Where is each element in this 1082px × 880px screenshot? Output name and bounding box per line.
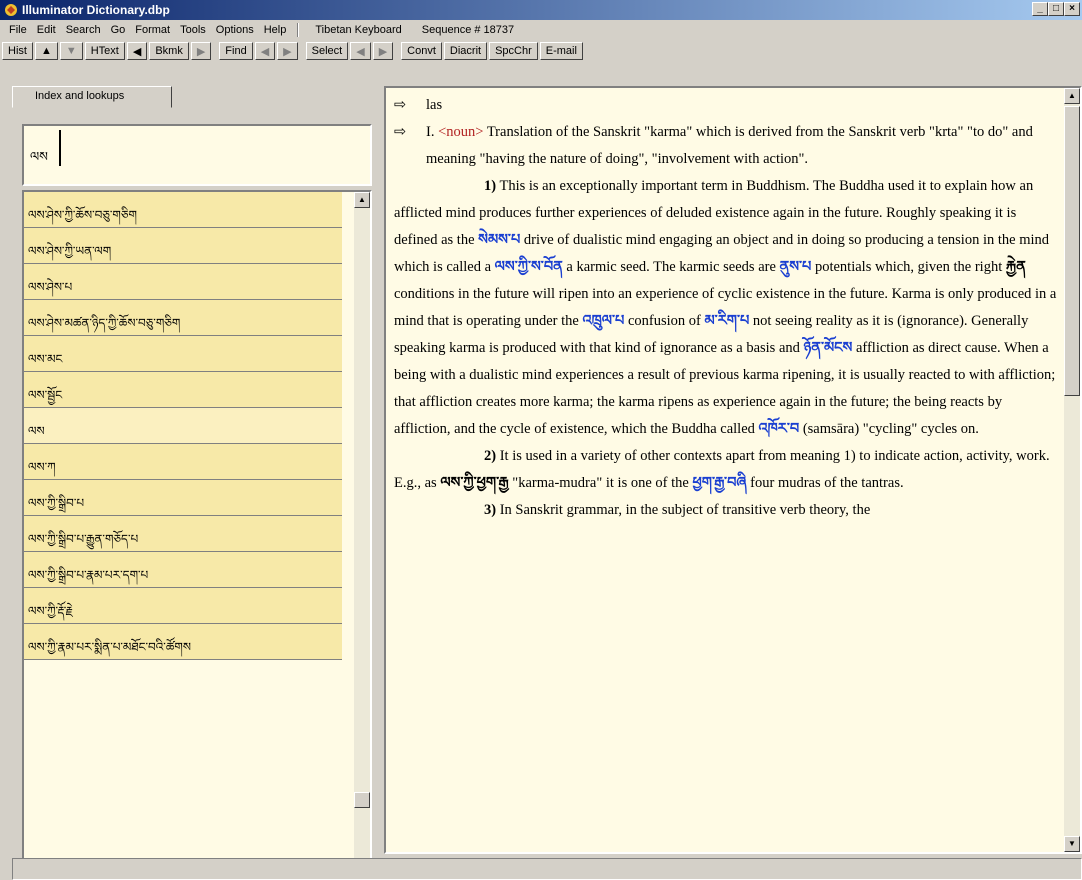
bookmark-button[interactable]: Bkmk	[149, 42, 189, 60]
menu-bar: File Edit Search Go Format Tools Options…	[0, 21, 1082, 39]
paragraph-text: four mudras of the tantras.	[750, 475, 904, 491]
tab-index-lookups[interactable]: Index and lookups	[12, 86, 172, 108]
tibetan-link[interactable]: ཕྱག་རྒྱ་བཞི	[692, 475, 746, 491]
sense-number: 2)	[484, 448, 497, 464]
tibetan-link[interactable]: འཁོར་བ	[759, 421, 800, 437]
select-prev-button[interactable]: ◀	[350, 42, 371, 60]
list-item[interactable]: ལས་ཀྱི་རྡོ་རྗེ	[24, 588, 342, 624]
email-button[interactable]: E-mail	[539, 42, 583, 60]
menu-edit[interactable]: Edit	[32, 24, 61, 36]
select-button[interactable]: Select	[305, 42, 349, 60]
list-item[interactable]: ལས་ཤེས་ཀྱི་ཡན་ལག	[24, 228, 342, 264]
list-item[interactable]: ལས་ཀྱི་རྣམ་པར་སྨིན་པ་མཐོང་བའི་ཚོགས	[24, 624, 342, 660]
menu-options[interactable]: Options	[211, 24, 259, 36]
scroll-up-icon[interactable]: ▲	[354, 192, 370, 208]
convert-button[interactable]: Convt	[401, 42, 442, 60]
list-item[interactable]: ལས་མང	[24, 336, 342, 372]
menu-file[interactable]: File	[4, 24, 32, 36]
tibetan-link[interactable]: སེམས་པ	[478, 232, 520, 248]
scroll-up-icon[interactable]: ▲	[1064, 88, 1080, 104]
special-char-button[interactable]: SpcChr	[489, 42, 538, 60]
tibetan-word: ལས་ཀྱི་ཕྱག་རྒྱ	[440, 475, 509, 491]
app-icon	[4, 3, 18, 17]
tibetan-link[interactable]: ནུས་པ	[780, 259, 812, 275]
paragraph-text: confusion of	[627, 313, 701, 329]
back-button[interactable]: ◀	[126, 42, 148, 60]
menu-go[interactable]: Go	[106, 24, 131, 36]
paragraph-text: (samsāra) "cycling" cycles on.	[802, 421, 979, 437]
entry-content: ⇨ las ⇨ I. <noun> Translation of the San…	[394, 92, 1058, 524]
sequence-number: Sequence # 18737	[421, 24, 515, 36]
scroll-thumb[interactable]	[354, 792, 370, 808]
pane-splitter[interactable]	[376, 84, 382, 848]
maximize-button[interactable]: □	[1048, 2, 1064, 16]
list-item[interactable]: ལས་ཤེས་ཀྱི་ཆོས་བཅུ་གཅིག	[24, 192, 342, 228]
find-next-button[interactable]: ▶	[277, 42, 298, 60]
hist-button[interactable]: Hist	[2, 42, 33, 60]
entry-scrollbar[interactable]: ▲ ▼	[1064, 88, 1080, 852]
diacritic-button[interactable]: Diacrit	[443, 42, 488, 60]
find-prev-button[interactable]: ◀	[254, 42, 276, 60]
sense-number: 3)	[484, 502, 497, 518]
list-item[interactable]: ལས་ཀྱི་སྒྲིབ་པ	[24, 480, 342, 516]
tibetan-link[interactable]: འཁྲུལ་པ	[582, 313, 624, 329]
menu-tools[interactable]: Tools	[175, 24, 211, 36]
list-item[interactable]: ལས་སྦྱོང	[24, 372, 342, 408]
menu-separator	[297, 23, 300, 37]
window-title: Illuminator Dictionary.dbp	[22, 3, 170, 17]
arrow-icon: ⇨	[394, 97, 407, 113]
forward-button[interactable]: ▶	[190, 42, 212, 60]
list-item[interactable]: ལས་ཀྱི་སྒྲིབ་པ་རྣམ་པར་དག་པ	[24, 552, 342, 588]
menu-format[interactable]: Format	[130, 24, 175, 36]
paragraph-text: a karmic seed. The karmic seeds are	[566, 259, 776, 275]
list-item[interactable]: ལས་ཀ	[24, 444, 342, 480]
search-input-value: ལས	[30, 149, 48, 164]
definition-intro: Translation of the Sanskrit "karma" whic…	[426, 124, 1033, 167]
tibetan-keyboard-indicator[interactable]: Tibetan Keyboard	[305, 24, 411, 36]
status-bar	[12, 858, 1082, 880]
scroll-thumb[interactable]	[1064, 106, 1080, 396]
close-button[interactable]: ×	[1064, 2, 1080, 16]
list-item-selected[interactable]: ལས	[24, 408, 342, 444]
find-button[interactable]: Find	[219, 42, 253, 60]
pos-tag: <noun>	[438, 124, 484, 140]
sense-label: I.	[426, 124, 435, 140]
list-scrollbar[interactable]: ▲ ▼	[354, 192, 370, 880]
tibetan-link[interactable]: ལས་ཀྱི་ས་བོན	[495, 259, 563, 275]
title-bar: Illuminator Dictionary.dbp _ □ ×	[0, 0, 1082, 20]
tibetan-link[interactable]: ཉོན་མོངས	[804, 340, 853, 356]
arrow-icon: ⇨	[394, 124, 407, 140]
index-pane: Index and lookups ལས ལས་ཤེས་ཀྱི་ཆོས་བཅུ་…	[12, 86, 373, 880]
toolbar: Hist ▲ ▼ HText ◀ Bkmk ▶ Find ◀ ▶ Select …	[0, 40, 1082, 62]
text-caret	[59, 130, 61, 166]
history-up-button[interactable]: ▲	[34, 42, 58, 60]
select-next-button[interactable]: ▶	[372, 42, 394, 60]
tibetan-link[interactable]: མ་རིག་པ	[704, 313, 749, 329]
menu-search[interactable]: Search	[61, 24, 106, 36]
scroll-down-icon[interactable]: ▼	[1064, 836, 1080, 852]
paragraph-text: In Sanskrit grammar, in the subject of t…	[499, 502, 871, 518]
paragraph-text: "karma-mudra" it is one of the	[512, 475, 689, 491]
list-item[interactable]: ལས་ཤེས་མཚན་ཉིད་ཀྱི་ཆོས་བཅུ་གཅིག	[24, 300, 342, 336]
sense-number: 1)	[484, 178, 497, 194]
htext-button[interactable]: HText	[84, 42, 125, 60]
search-input[interactable]: ལས	[22, 124, 372, 186]
minimize-button[interactable]: _	[1032, 2, 1048, 16]
headword: las	[426, 97, 443, 113]
tibetan-word: རྐྱེན	[1005, 259, 1026, 275]
menu-help[interactable]: Help	[259, 24, 292, 36]
headword-list[interactable]: ལས་ཤེས་ཀྱི་ཆོས་བཅུ་གཅིག ལས་ཤེས་ཀྱི་ཡན་ལག…	[22, 190, 372, 880]
history-down-button[interactable]: ▼	[59, 42, 83, 60]
list-item[interactable]: ལས་ཀྱི་སྒྲིབ་པ་རྒྱུན་གཅོད་པ	[24, 516, 342, 552]
entry-pane: ⇨ las ⇨ I. <noun> Translation of the San…	[384, 86, 1082, 854]
list-item[interactable]: ལས་ཤེས་པ	[24, 264, 342, 300]
paragraph-text: potentials which, given the right	[814, 259, 1003, 275]
